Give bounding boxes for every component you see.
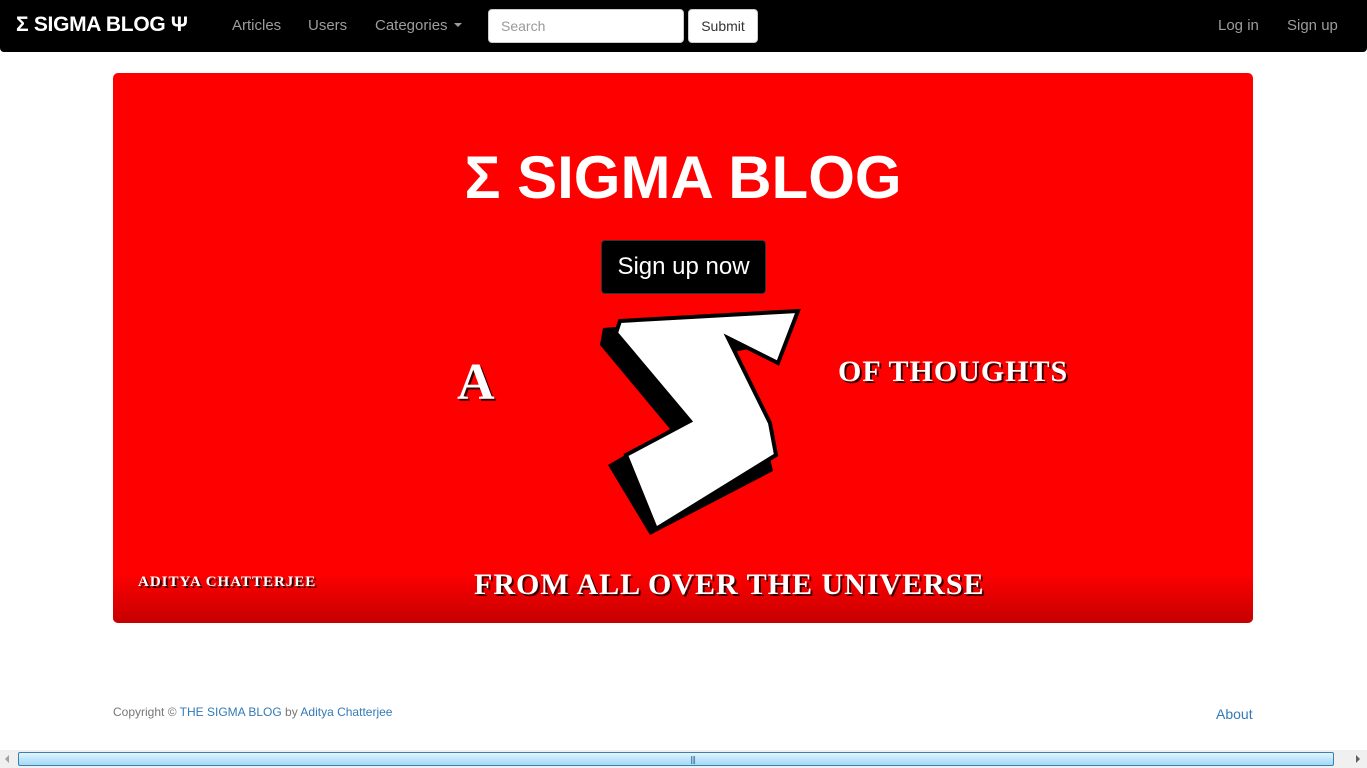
footer-about-link[interactable]: About	[1216, 706, 1253, 722]
hero-title: Σ SIGMA BLOG	[464, 144, 902, 211]
scrollbar-thumb[interactable]: |||	[18, 752, 1334, 766]
search-submit-button[interactable]: Submit	[688, 9, 758, 43]
signup-link[interactable]: Sign up	[1287, 17, 1338, 34]
signup-now-button[interactable]: Sign up now	[601, 240, 766, 294]
top-navbar: Σ SIGMA BLOG Ψ Articles Users Categories…	[0, 0, 1367, 52]
footer-copyright: Copyright © THE SIGMA BLOG by Aditya Cha…	[113, 705, 392, 719]
horizontal-scrollbar[interactable]: |||	[0, 750, 1367, 768]
nav-categories-dropdown[interactable]: Categories	[375, 17, 462, 34]
nav-categories-label: Categories	[375, 17, 448, 34]
sigma-shape	[613, 308, 801, 532]
hero-jumbotron: Σ SIGMA BLOG Sign up now A OF THOUGHTS A…	[113, 73, 1253, 623]
sigma-logo-art	[600, 308, 801, 535]
art-text-author: ADITYA CHATTERJEE	[138, 574, 317, 590]
brand-logo[interactable]: Σ SIGMA BLOG Ψ	[16, 13, 188, 37]
search-input[interactable]	[488, 9, 684, 43]
nav-articles-link[interactable]: Articles	[232, 17, 281, 34]
scroll-left-arrow-icon[interactable]	[5, 755, 9, 763]
art-text-from-universe: FROM ALL OVER THE UNIVERSE	[474, 568, 985, 601]
footer-site-link[interactable]: THE SIGMA BLOG	[180, 705, 282, 719]
caret-down-icon	[453, 23, 462, 28]
scroll-right-arrow-icon[interactable]	[1356, 755, 1360, 763]
art-text-of-thoughts: OF THOUGHTS	[838, 355, 1069, 388]
grip-icon: |||	[690, 755, 696, 764]
copyright-prefix: Copyright ©	[113, 705, 177, 719]
footer-author-link[interactable]: Aditya Chatterjee	[300, 705, 392, 719]
art-text-a: A	[457, 354, 496, 411]
login-link[interactable]: Log in	[1218, 17, 1259, 34]
nav-users-link[interactable]: Users	[308, 17, 347, 34]
footer-by-text: by	[285, 705, 298, 719]
